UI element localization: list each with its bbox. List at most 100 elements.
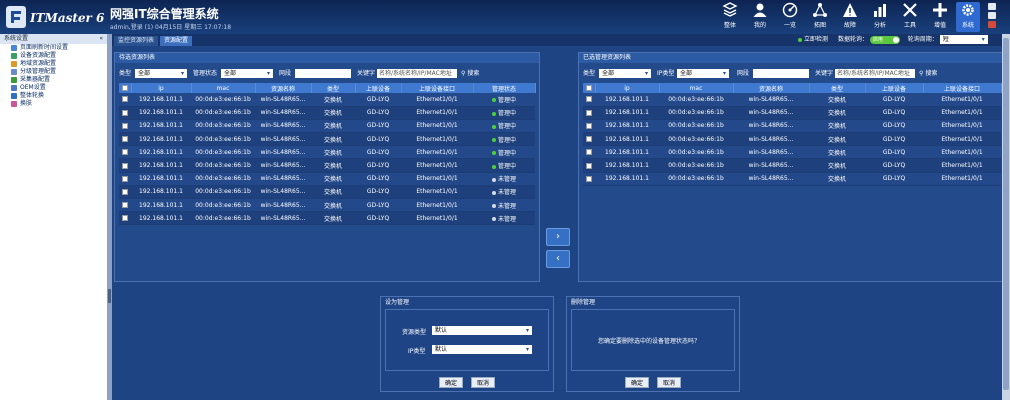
poll-cycle-select[interactable]: 短 ▾	[939, 35, 988, 44]
splitter-grip[interactable]	[108, 289, 111, 303]
column-header[interactable]: 上联设备	[865, 83, 924, 93]
column-header[interactable]: 管理状态	[473, 83, 536, 93]
ip-type-select[interactable]: 全部 ▾	[677, 69, 729, 78]
status-select[interactable]: 全部 ▾	[221, 69, 273, 78]
checkbox[interactable]	[122, 188, 128, 195]
search-button[interactable]: ⚲ 搜索	[461, 69, 479, 78]
column-header[interactable]: mac	[659, 83, 734, 93]
checkbox[interactable]	[122, 109, 128, 116]
segment-input[interactable]	[753, 69, 809, 78]
tab-monitor-list[interactable]: 监控资源列表	[114, 36, 159, 46]
set-cancel-button[interactable]: 取消	[471, 377, 495, 388]
select-all-checkbox[interactable]	[583, 83, 596, 93]
maximize-icon[interactable]	[988, 12, 996, 19]
sidebar-item-hierarchy[interactable]: 分级管理配置	[0, 68, 107, 76]
type-select[interactable]: 全部 ▾	[599, 69, 651, 78]
segment-input[interactable]	[295, 69, 351, 78]
page-scrollbar[interactable]	[1002, 34, 1010, 400]
row-checkbox[interactable]	[119, 172, 131, 186]
search-button[interactable]: ⚲ 搜索	[919, 69, 937, 78]
nav-overview[interactable]: 整体	[718, 2, 742, 32]
row-checkbox[interactable]	[583, 132, 595, 147]
nav-fault[interactable]: 故障	[838, 2, 862, 32]
checkbox[interactable]	[122, 215, 128, 222]
checkbox[interactable]	[122, 122, 128, 129]
checkbox[interactable]	[586, 109, 592, 116]
sidebar-item-collector[interactable]: 采集器配置	[0, 76, 107, 84]
checkbox[interactable]	[122, 162, 128, 169]
column-header[interactable]: ip	[595, 83, 660, 93]
checkbox[interactable]	[586, 162, 592, 169]
table-row[interactable]: 192.168.101.1 00:0d:e3:ee:66:1b win-SL48R6…	[583, 119, 1001, 134]
sidebar-item-refresh[interactable]: 页面刷新时间设置	[0, 44, 107, 52]
data-poll-toggle[interactable]: 启用	[869, 35, 900, 44]
nav-analysis[interactable]: 分析	[868, 2, 892, 32]
row-checkbox[interactable]	[583, 119, 595, 134]
nav-tools[interactable]: 工具	[898, 2, 922, 32]
row-checkbox[interactable]	[583, 106, 595, 120]
table-row[interactable]: 192.168.101.1 00:0d:e3:ee:66:1b win-SL48R6…	[583, 93, 1001, 107]
column-header[interactable]: 上联设备接口	[923, 83, 1002, 93]
nav-topology[interactable]: 拓图	[808, 2, 832, 32]
checkbox[interactable]	[586, 136, 592, 143]
row-checkbox[interactable]	[119, 119, 131, 134]
sidebar-item-skin[interactable]: 换肤	[0, 100, 107, 108]
table-row[interactable]: 192.168.101.1 00:0d:e3:ee:66:1b win-SL48R6…	[119, 158, 535, 173]
instant-detect-button[interactable]: 立即检测	[798, 36, 828, 43]
move-right-button[interactable]: ›	[546, 228, 570, 246]
minimize-icon[interactable]	[988, 3, 996, 10]
table-row[interactable]: 192.168.101.1 00:0d:e3:ee:66:1b win-SL48R6…	[583, 132, 1001, 147]
select-all-checkbox[interactable]	[119, 83, 132, 93]
sidebar-item-device[interactable]: 设备资源配置	[0, 52, 107, 60]
table-row[interactable]: 192.168.101.1 00:0d:e3:ee:66:1b win-SL48R6…	[583, 158, 1001, 173]
row-checkbox[interactable]	[119, 145, 131, 160]
row-checkbox[interactable]	[119, 132, 131, 147]
table-row[interactable]: 192.168.101.1 00:0d:e3:ee:66:1b win-SL48R6…	[119, 93, 535, 107]
row-checkbox[interactable]	[119, 158, 131, 173]
row-checkbox[interactable]	[119, 198, 131, 213]
column-header[interactable]: 类型	[311, 83, 356, 93]
nav-dashboard[interactable]: 一览	[778, 2, 802, 32]
column-header[interactable]: mac	[191, 83, 256, 93]
delete-cancel-button[interactable]: 取消	[657, 377, 681, 388]
scrollbar-thumb[interactable]	[1003, 38, 1009, 390]
column-header[interactable]: ip	[131, 83, 192, 93]
checkbox[interactable]	[122, 96, 128, 103]
table-row[interactable]: 192.168.101.1 00:0d:e3:ee:66:1b win-SL48R6…	[119, 132, 535, 147]
checkbox[interactable]	[122, 136, 128, 143]
nav-system[interactable]: 系统	[956, 2, 980, 32]
column-header[interactable]: 资源名称	[255, 83, 312, 93]
keyword-input[interactable]: 名称/系统名称/IP/MAC地址	[377, 69, 457, 78]
column-header[interactable]: 资源名称	[733, 83, 810, 93]
close-icon[interactable]	[988, 21, 996, 28]
row-checkbox[interactable]	[583, 158, 595, 173]
keyword-input[interactable]: 名称/系统名称/IP/MAC地址	[835, 69, 915, 78]
row-checkbox[interactable]	[583, 145, 595, 160]
table-row[interactable]: 192.168.101.1 00:0d:e3:ee:66:1b win-SL48R6…	[119, 106, 535, 120]
table-row[interactable]: 192.168.101.1 00:0d:e3:ee:66:1b win-SL48R6…	[583, 145, 1001, 160]
sidebar-item-oem[interactable]: OEM设置	[0, 84, 107, 92]
type-select[interactable]: 全部 ▾	[135, 69, 187, 78]
delete-ok-button[interactable]: 确定	[625, 377, 649, 388]
row-checkbox[interactable]	[583, 93, 595, 107]
column-header[interactable]: 上联设备	[355, 83, 402, 93]
row-checkbox[interactable]	[119, 93, 131, 107]
table-row[interactable]: 192.168.101.1 00:0d:e3:ee:66:1b win-SL48R6…	[583, 106, 1001, 120]
row-checkbox[interactable]	[119, 106, 131, 120]
table-row[interactable]: 192.168.101.1 00:0d:e3:ee:66:1b win-SL48R6…	[119, 119, 535, 134]
checkbox[interactable]	[122, 149, 128, 156]
column-header[interactable]: 上联设备接口	[401, 83, 474, 93]
table-row[interactable]: 192.168.101.1 00:0d:e3:ee:66:1b win-SL48R6…	[119, 198, 535, 213]
checkbox[interactable]	[122, 202, 128, 209]
row-checkbox[interactable]	[119, 211, 131, 226]
checkbox[interactable]	[586, 96, 592, 103]
checkbox[interactable]	[586, 149, 592, 156]
nav-value-added[interactable]: 增值	[928, 2, 952, 32]
checkbox[interactable]	[586, 175, 592, 182]
set-ok-button[interactable]: 确定	[439, 377, 463, 388]
row-checkbox[interactable]	[119, 185, 131, 200]
table-row[interactable]: 192.168.101.1 00:0d:e3:ee:66:1b win-SL48R6…	[119, 211, 535, 226]
table-row[interactable]: 192.168.101.1 00:0d:e3:ee:66:1b win-SL48R6…	[119, 145, 535, 160]
checkbox[interactable]	[586, 122, 592, 129]
collapse-icon[interactable]: «	[99, 34, 103, 44]
